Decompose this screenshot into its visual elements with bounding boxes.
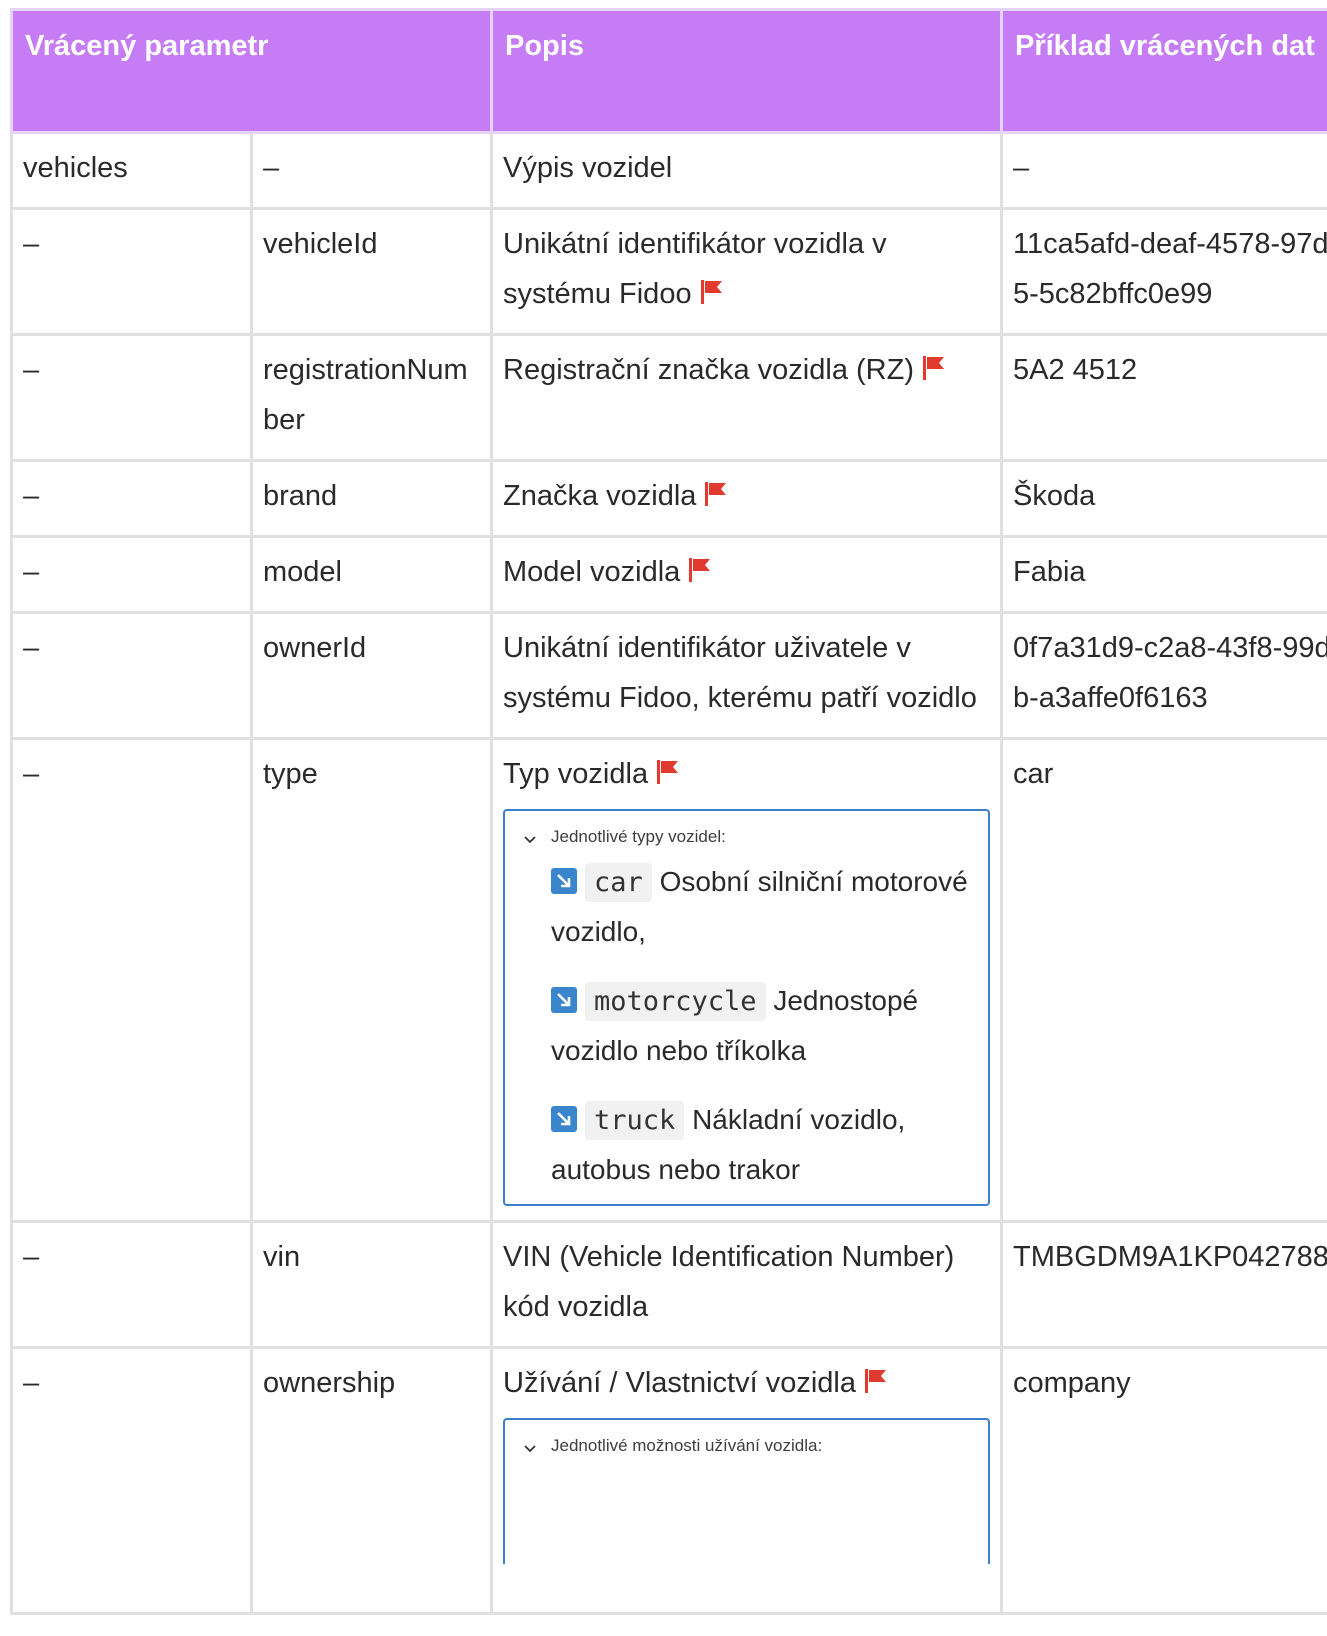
param-example: TMBGDM9A1KP042788	[1000, 1220, 1327, 1349]
ownership-options-expand: Jednotlivé možnosti užívání vozidla:	[503, 1418, 990, 1564]
arrow-down-right-icon	[551, 1106, 577, 1132]
description-text: Užívání / Vlastnictví vozidla	[503, 1367, 856, 1399]
param-description: Výpis vozidel	[490, 131, 1003, 210]
param-level1: –	[10, 333, 253, 462]
param-level2: registrationNumber	[250, 333, 493, 462]
table-row: – registrationNumber Registrační značka …	[10, 333, 1327, 462]
type-code: truck	[585, 1101, 685, 1140]
expand-title: Jednotlivé typy vozidel:	[551, 827, 726, 846]
description-text: Typ vozidla	[503, 758, 649, 790]
param-example: 11ca5afd-deaf-4578-97d5-5c82bffc0e99	[1000, 207, 1327, 336]
param-level1: –	[10, 459, 253, 538]
description-text: Značka vozidla	[503, 480, 697, 512]
list-item: motorcycle Jednostopé vozidlo nebo tříko…	[551, 976, 970, 1075]
param-example: –	[1000, 131, 1327, 210]
param-level1: –	[10, 1220, 253, 1349]
type-code: car	[585, 863, 652, 902]
param-description: Typ vozidla Jednotlivé typy vozidel: car…	[490, 737, 1003, 1223]
param-level2: –	[250, 131, 493, 210]
param-description: Registrační značka vozidla (RZ)	[490, 333, 1003, 462]
param-level1: –	[10, 611, 253, 740]
flag-icon	[656, 751, 680, 784]
param-level1: –	[10, 737, 253, 1223]
description-text: Registrační značka vozidla (RZ)	[503, 354, 914, 386]
param-level2: vin	[250, 1220, 493, 1349]
expand-title: Jednotlivé možnosti užívání vozidla:	[551, 1436, 823, 1455]
table-header-row: Vrácený parametr Popis Příklad vrácených…	[10, 8, 1327, 134]
table-row: – vehicleId Unikátní identifikátor vozid…	[10, 207, 1327, 336]
param-example: Škoda	[1000, 459, 1327, 538]
param-level1: –	[10, 1346, 253, 1615]
expand-toggle[interactable]: Jednotlivé typy vozidel:	[523, 825, 970, 849]
param-example: company	[1000, 1346, 1327, 1615]
param-example: car	[1000, 737, 1327, 1223]
param-description: Unikátní identifikátor vozidla v systému…	[490, 207, 1003, 336]
param-level1: –	[10, 535, 253, 614]
param-description: VIN (Vehicle Identification Number) kód …	[490, 1220, 1003, 1349]
chevron-down-icon	[523, 830, 537, 844]
expand-body: car Osobní silniční motorové vozidlo, mo…	[523, 857, 970, 1194]
type-code: motorcycle	[585, 982, 766, 1021]
flag-icon	[700, 271, 724, 304]
param-level2: ownerId	[250, 611, 493, 740]
table-row: – model Model vozidla Fabia	[10, 535, 1327, 614]
description-text: Unikátní identifikátor vozidla v systému…	[503, 228, 887, 310]
flag-icon	[704, 473, 728, 506]
param-description: Užívání / Vlastnictví vozidla Jednotlivé…	[490, 1346, 1003, 1615]
param-example: 0f7a31d9-c2a8-43f8-99db-a3affe0f6163	[1000, 611, 1327, 740]
description-text: Výpis vozidel	[503, 152, 673, 184]
table-row: – brand Značka vozidla Škoda	[10, 459, 1327, 538]
param-level2: type	[250, 737, 493, 1223]
param-description: Model vozidla	[490, 535, 1003, 614]
param-description: Značka vozidla	[490, 459, 1003, 538]
param-description: Unikátní identifikátor uživatele v systé…	[490, 611, 1003, 740]
table-row-type: – type Typ vozidla Jednotlivé typy vozid…	[10, 737, 1327, 1223]
table-row: – vin VIN (Vehicle Identification Number…	[10, 1220, 1327, 1349]
header-description: Popis	[490, 8, 1003, 134]
param-level2: ownership	[250, 1346, 493, 1615]
flag-icon	[922, 347, 946, 380]
vehicle-params-table: Vrácený parametr Popis Příklad vrácených…	[10, 8, 1327, 1615]
description-text: Unikátní identifikátor uživatele v systé…	[503, 632, 977, 714]
table-row: vehicles – Výpis vozidel –	[10, 131, 1327, 210]
param-level2: vehicleId	[250, 207, 493, 336]
header-example: Příklad vrácených dat	[1000, 8, 1327, 134]
table-row: – ownerId Unikátní identifikátor uživate…	[10, 611, 1327, 740]
vehicle-types-expand: Jednotlivé typy vozidel: car Osobní siln…	[503, 809, 990, 1206]
list-item: car Osobní silniční motorové vozidlo,	[551, 857, 970, 956]
chevron-down-icon	[523, 1439, 537, 1453]
table-row-ownership: – ownership Užívání / Vlastnictví vozidl…	[10, 1346, 1327, 1615]
param-level1: –	[10, 207, 253, 336]
header-returned-param: Vrácený parametr	[10, 8, 493, 134]
param-level2: model	[250, 535, 493, 614]
arrow-down-right-icon	[551, 987, 577, 1013]
flag-icon	[688, 549, 712, 582]
param-example: Fabia	[1000, 535, 1327, 614]
flag-icon	[864, 1360, 888, 1393]
param-example: 5A2 4512	[1000, 333, 1327, 462]
list-item: truck Nákladní vozidlo, autobus nebo tra…	[551, 1095, 970, 1194]
param-level2: brand	[250, 459, 493, 538]
description-text: Model vozidla	[503, 556, 681, 588]
param-level1: vehicles	[10, 131, 253, 210]
arrow-down-right-icon	[551, 868, 577, 894]
expand-toggle[interactable]: Jednotlivé možnosti užívání vozidla:	[523, 1434, 970, 1458]
